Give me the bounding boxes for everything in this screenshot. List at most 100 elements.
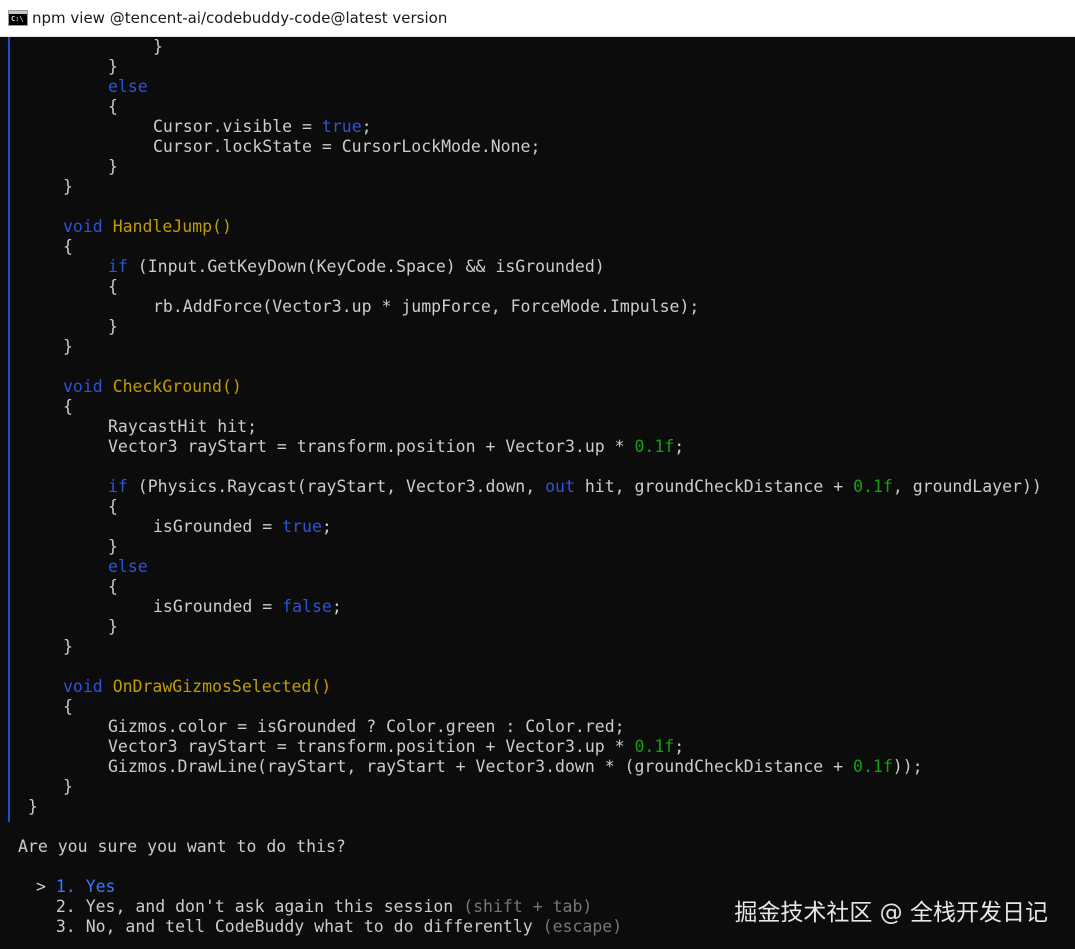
code-token: } bbox=[18, 797, 38, 816]
code-token: false bbox=[282, 597, 332, 616]
code-token: { bbox=[108, 497, 118, 516]
code-line: { bbox=[63, 697, 73, 717]
code-token: { bbox=[108, 577, 118, 596]
code-line: else bbox=[108, 557, 148, 577]
code-line: Vector3 rayStart = transform.position + … bbox=[108, 437, 684, 457]
code-line: } bbox=[63, 777, 73, 797]
code-line: void HandleJump() bbox=[63, 217, 232, 237]
code-line: else bbox=[108, 77, 148, 97]
code-line: } bbox=[153, 37, 163, 57]
code-line: } bbox=[18, 797, 38, 817]
code-token: ; bbox=[674, 737, 685, 756]
code-token: } bbox=[108, 157, 118, 176]
code-token: (Physics.Raycast(rayStart, Vector3.down, bbox=[127, 477, 546, 496]
selection-cursor-icon: > bbox=[36, 877, 46, 896]
code-line: } bbox=[108, 317, 118, 337]
code-token: 0.1f bbox=[634, 437, 675, 456]
code-token: else bbox=[108, 557, 148, 576]
code-token: Gizmos.color = isGrounded ? Color.green … bbox=[108, 717, 625, 736]
code-line: } bbox=[63, 337, 73, 357]
code-line: Gizmos.color = isGrounded ? Color.green … bbox=[108, 717, 625, 737]
option-number: 1. bbox=[55, 877, 76, 896]
option-shortcut-hint: (escape) bbox=[542, 917, 623, 936]
window-title: npm view @tencent-ai/codebuddy-code@late… bbox=[32, 9, 448, 27]
code-token: HandleJump() bbox=[112, 217, 232, 236]
code-token: ; bbox=[321, 517, 332, 536]
code-token: hit, groundCheckDistance + bbox=[574, 477, 854, 496]
option-number: 3. bbox=[55, 917, 76, 936]
watermark: 掘金技术社区 @ 全栈开发日记 bbox=[734, 900, 1048, 926]
code-line: Gizmos.DrawLine(rayStart, rayStart + Vec… bbox=[108, 757, 923, 777]
terminal-window: C:\ npm view @tencent-ai/codebuddy-code@… bbox=[0, 0, 1075, 949]
code-token: ; bbox=[674, 437, 685, 456]
code-line: { bbox=[108, 97, 118, 117]
code-token: true bbox=[282, 517, 322, 536]
code-token: Cursor.visible = bbox=[153, 117, 322, 136]
code-token: { bbox=[63, 237, 73, 256]
code-token: } bbox=[108, 57, 118, 76]
code-token: } bbox=[153, 37, 163, 56]
code-token: (Input.GetKeyDown(KeyCode.Space) && isGr… bbox=[127, 257, 605, 276]
code-token: rb.AddForce(Vector3.up * jumpForce, Forc… bbox=[153, 297, 700, 316]
cmd-icon: C:\ bbox=[8, 10, 28, 26]
selection-cursor-icon bbox=[36, 917, 46, 936]
code-token: Vector3 rayStart = transform.position + … bbox=[108, 737, 635, 756]
code-line: { bbox=[63, 237, 73, 257]
code-line: Cursor.lockState = CursorLockMode.None; bbox=[153, 137, 540, 157]
code-line: } bbox=[108, 57, 118, 77]
code-token: Vector3 rayStart = transform.position + … bbox=[108, 437, 635, 456]
option-label: No, and tell CodeBuddy what to do differ… bbox=[85, 917, 533, 936]
code-token: { bbox=[63, 397, 73, 416]
code-line: rb.AddForce(Vector3.up * jumpForce, Forc… bbox=[153, 297, 699, 317]
option-shortcut-hint: (shift + tab) bbox=[463, 897, 593, 916]
code-line: isGrounded = false; bbox=[153, 597, 342, 617]
code-token: } bbox=[108, 537, 118, 556]
code-token: } bbox=[108, 317, 118, 336]
code-token: { bbox=[108, 277, 118, 296]
code-token: RaycastHit hit; bbox=[108, 417, 258, 436]
option-label: Yes, and don't ask again this session bbox=[85, 897, 454, 916]
code-line: void OnDrawGizmosSelected() bbox=[63, 677, 331, 697]
code-token: else bbox=[108, 77, 148, 96]
code-token: { bbox=[108, 97, 118, 116]
code-line: { bbox=[108, 577, 118, 597]
code-line: Cursor.visible = true; bbox=[153, 117, 372, 137]
code-token: { bbox=[63, 697, 73, 716]
cmd-icon-label: C:\ bbox=[11, 15, 24, 23]
code-line: if (Input.GetKeyDown(KeyCode.Space) && i… bbox=[108, 257, 605, 277]
code-token: out bbox=[545, 477, 575, 496]
code-line: } bbox=[63, 177, 73, 197]
code-token: if bbox=[108, 477, 128, 496]
code-token: void bbox=[63, 217, 103, 236]
code-line: Vector3 rayStart = transform.position + … bbox=[108, 737, 684, 757]
code-token: if bbox=[108, 257, 128, 276]
code-line: { bbox=[63, 397, 73, 417]
code-token: Gizmos.DrawLine(rayStart, rayStart + Vec… bbox=[108, 757, 854, 776]
code-token: OnDrawGizmosSelected() bbox=[112, 677, 332, 696]
option-label: Yes bbox=[85, 877, 116, 896]
code-token: void bbox=[63, 677, 103, 696]
code-line: } bbox=[63, 637, 73, 657]
code-line: if (Physics.Raycast(rayStart, Vector3.do… bbox=[108, 477, 1042, 497]
code-token: 0.1f bbox=[853, 757, 893, 776]
code-token: isGrounded = bbox=[153, 517, 283, 536]
code-token: } bbox=[108, 617, 118, 636]
code-token: ; bbox=[331, 597, 342, 616]
terminal-output[interactable]: }} else{Cursor.visible = true; Cursor.lock… bbox=[18, 37, 1073, 949]
code-token: } bbox=[63, 337, 73, 356]
code-line: { bbox=[108, 277, 118, 297]
code-line: } bbox=[108, 617, 118, 637]
code-token: , groundLayer)) bbox=[892, 477, 1042, 496]
title-bar[interactable]: C:\ npm view @tencent-ai/codebuddy-code@… bbox=[0, 0, 1075, 37]
code-line: } bbox=[108, 537, 118, 557]
selection-cursor-icon bbox=[36, 897, 46, 916]
code-line: isGrounded = true; bbox=[153, 517, 332, 537]
prompt-option-2[interactable]: 2. Yes, and don't ask again this session… bbox=[36, 897, 592, 917]
prompt-option-3[interactable]: 3. No, and tell CodeBuddy what to do dif… bbox=[36, 917, 622, 937]
prompt-option-1[interactable]: > 1. Yes bbox=[36, 877, 116, 897]
code-line: RaycastHit hit; bbox=[108, 417, 257, 437]
code-line: { bbox=[108, 497, 118, 517]
confirm-question: Are you sure you want to do this? bbox=[18, 837, 346, 856]
